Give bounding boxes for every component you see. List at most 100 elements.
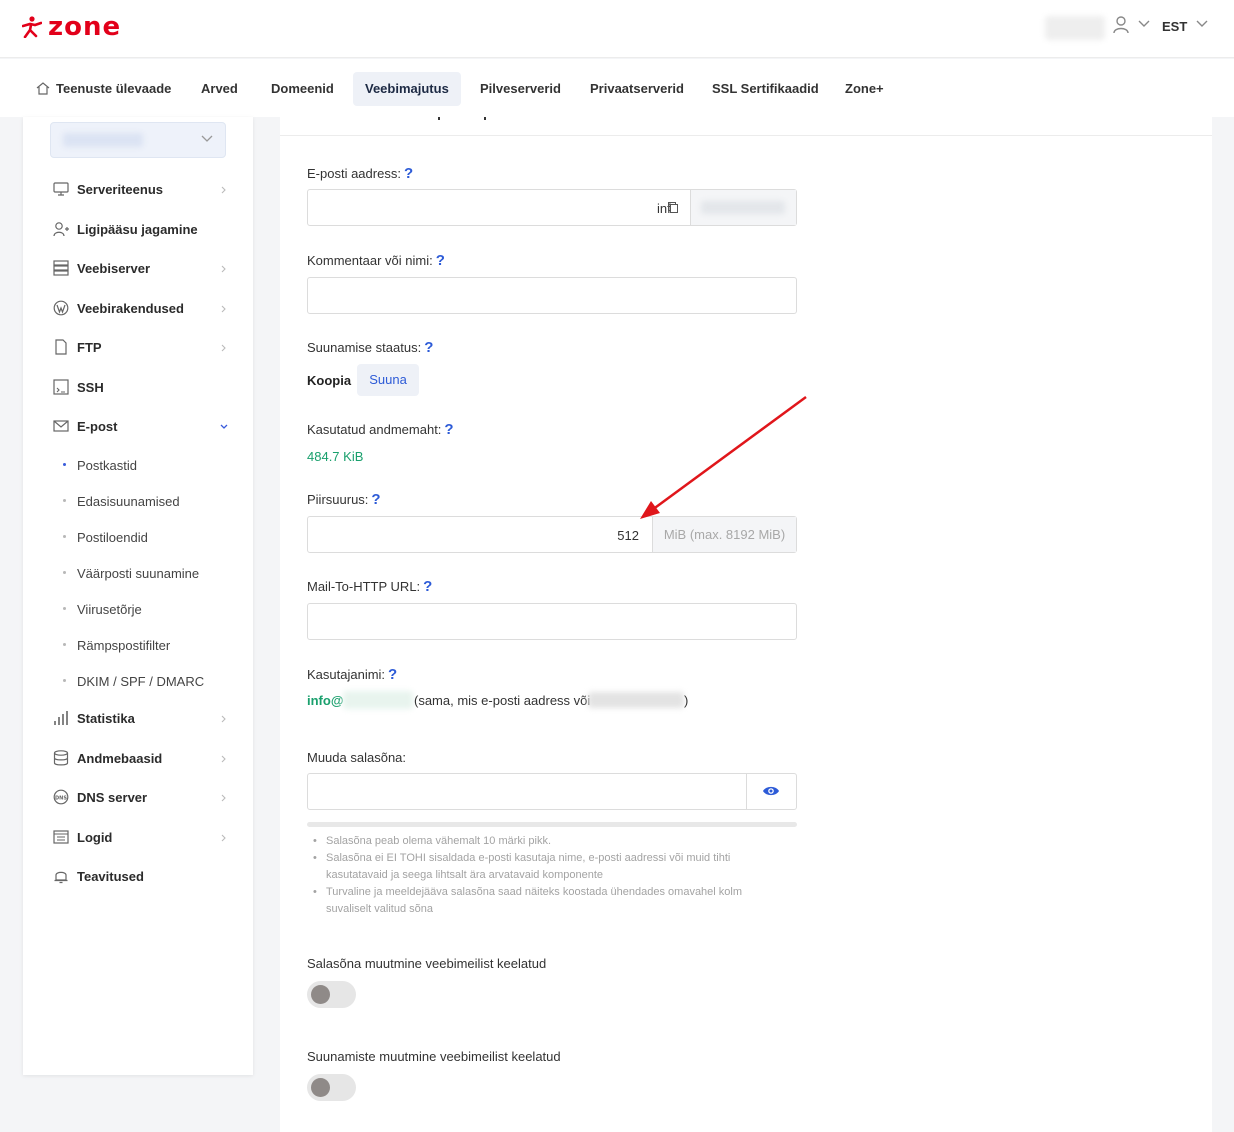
user-name-redacted bbox=[1045, 16, 1105, 40]
sidebar-subitem-label: Rämpspostifilter bbox=[77, 638, 171, 653]
chevron-down-icon bbox=[201, 135, 213, 142]
webmail-forward-toggle[interactable] bbox=[307, 1074, 356, 1101]
sidebar-item-label: Teavitused bbox=[77, 869, 144, 884]
sidebar-item-ligipaasu-jagamine[interactable]: Ligipääsu jagamine bbox=[23, 218, 253, 242]
monitor-icon bbox=[53, 182, 69, 196]
help-icon[interactable]: ? bbox=[436, 252, 445, 269]
comment-field[interactable] bbox=[307, 277, 797, 314]
password-hint: Salasõna ei EI TOHI sisaldada e-posti ka… bbox=[313, 850, 775, 884]
used-space-value: 484.7 KiB bbox=[307, 449, 364, 464]
chevron-right-icon bbox=[221, 794, 226, 802]
language-selector[interactable]: EST bbox=[1162, 19, 1187, 34]
zone-logo[interactable]: zone bbox=[22, 12, 121, 42]
home-icon bbox=[36, 82, 50, 95]
forward-direct-button[interactable]: Suuna bbox=[357, 364, 419, 396]
toggle-knob bbox=[311, 1078, 330, 1097]
password-hints: Salasõna peab olema vähemalt 10 märki pi… bbox=[313, 833, 775, 918]
chevron-right-icon bbox=[221, 186, 226, 194]
nav-zone-plus[interactable]: Zone+ bbox=[833, 72, 896, 106]
user-add-icon bbox=[53, 222, 69, 237]
sidebar-item-andmebaasid[interactable]: Andmebaasid bbox=[23, 747, 253, 771]
sidebar-subitem-label: DKIM / SPF / DMARC bbox=[77, 674, 205, 689]
domain-redacted bbox=[701, 201, 785, 214]
user-icon[interactable] bbox=[1113, 16, 1129, 34]
sidebar-subitem-label: Postiloendid bbox=[77, 530, 148, 545]
sidebar-item-label: Serveriteenus bbox=[77, 182, 163, 197]
mail-http-label-text: Mail-To-HTTP URL: bbox=[307, 579, 421, 594]
sidebar-item-dns-server[interactable]: DNS DNS server bbox=[23, 786, 253, 810]
username-label: Kasutajanimi:? bbox=[307, 666, 397, 683]
sidebar-item-ftp[interactable]: FTP bbox=[23, 336, 253, 360]
password-field[interactable] bbox=[307, 773, 797, 810]
sidebar-subitem-vaarposti-suunamine[interactable]: Väärposti suunamine bbox=[23, 563, 253, 583]
sidebar-item-label: Andmebaasid bbox=[77, 751, 163, 766]
webmail-password-toggle-label: Salasõna muutmine veebimeilist keelatud bbox=[307, 956, 547, 971]
active-bullet bbox=[63, 463, 66, 466]
chevron-down-icon bbox=[220, 424, 228, 429]
sidebar-item-e-post[interactable]: E-post bbox=[23, 415, 253, 439]
email-field[interactable]: info bbox=[307, 189, 797, 226]
chevron-right-icon bbox=[221, 834, 226, 842]
sidebar-subitem-rampspostifilter[interactable]: Rämpspostifilter bbox=[23, 635, 253, 655]
sidebar-subitem-viirusetorje[interactable]: Viirusetõrje bbox=[23, 599, 253, 619]
nav-pilveserverid[interactable]: Pilveserverid bbox=[468, 72, 573, 106]
username-domain-redacted bbox=[343, 691, 413, 709]
sidebar-subitem-label: Viirusetõrje bbox=[77, 602, 142, 617]
service-select[interactable] bbox=[50, 122, 226, 158]
chevron-down-icon[interactable] bbox=[1196, 20, 1208, 28]
nav-privaatserverid[interactable]: Privaatserverid bbox=[578, 72, 696, 106]
nav-veebimajutus[interactable]: Veebimajutus bbox=[353, 72, 461, 106]
username-note: (sama, mis e-posti aadress või bbox=[414, 693, 591, 708]
webmail-password-toggle[interactable] bbox=[307, 981, 356, 1008]
show-password-button[interactable] bbox=[746, 774, 796, 809]
help-icon[interactable]: ? bbox=[388, 666, 397, 683]
runner-icon bbox=[22, 16, 42, 38]
help-icon[interactable]: ? bbox=[424, 339, 433, 356]
chevron-down-icon[interactable] bbox=[1138, 20, 1150, 28]
sidebar-subitem-dkim-spf-dmarc[interactable]: DKIM / SPF / DMARC bbox=[23, 671, 253, 691]
chevron-right-icon bbox=[221, 755, 226, 763]
sidebar: Serveriteenus Ligipääsu jagamine Veebise… bbox=[23, 117, 253, 1075]
top-bar: zone EST bbox=[0, 0, 1234, 58]
username-value: info@ bbox=[307, 693, 344, 708]
sidebar-item-teavitused[interactable]: Teavitused bbox=[23, 865, 253, 889]
used-space-label-text: Kasutatud andmemaht: bbox=[307, 422, 442, 437]
bullet bbox=[63, 535, 66, 538]
sidebar-item-veebiserver[interactable]: Veebiserver bbox=[23, 257, 253, 281]
bullet bbox=[63, 607, 66, 610]
sidebar-item-veebirakendused[interactable]: Veebirakendused bbox=[23, 297, 253, 321]
sidebar-subitem-postkastid[interactable]: Postkastid bbox=[23, 455, 253, 475]
sidebar-item-label: SSH bbox=[77, 380, 104, 395]
sidebar-item-logid[interactable]: Logid bbox=[23, 826, 253, 850]
help-icon[interactable]: ? bbox=[404, 165, 413, 182]
sidebar-item-label: Statistika bbox=[77, 711, 135, 726]
password-strength-bar bbox=[307, 822, 797, 827]
sidebar-subitem-edasisuunamised[interactable]: Edasisuunamised bbox=[23, 491, 253, 511]
help-icon[interactable]: ? bbox=[423, 578, 432, 595]
help-icon[interactable]: ? bbox=[444, 421, 453, 438]
server-icon bbox=[53, 260, 69, 276]
sidebar-item-statistika[interactable]: Statistika bbox=[23, 707, 253, 731]
quota-field[interactable]: 512 MiB (max. 8192 MiB) bbox=[307, 516, 797, 553]
quota-label: Piirsuurus:? bbox=[307, 491, 381, 508]
forward-status-label: Suunamise staatus:? bbox=[307, 339, 433, 356]
sidebar-subitem-postiloendid[interactable]: Postiloendid bbox=[23, 527, 253, 547]
chevron-right-icon bbox=[221, 265, 226, 273]
nav-ssl-sertifikaadid[interactable]: SSL Sertifikaadid bbox=[700, 72, 831, 106]
email-label: E-posti aadress:? bbox=[307, 165, 413, 182]
sidebar-item-label: Logid bbox=[77, 830, 113, 845]
mail-http-url-field[interactable] bbox=[307, 603, 797, 640]
nav-domeenid[interactable]: Domeenid bbox=[259, 72, 346, 106]
help-icon[interactable]: ? bbox=[371, 491, 380, 508]
nav-arved[interactable]: Arved bbox=[189, 72, 250, 106]
copy-icon[interactable] bbox=[668, 202, 678, 213]
sidebar-item-serveriteenus[interactable]: Serveriteenus bbox=[23, 178, 253, 202]
sidebar-item-label: Veebiserver bbox=[77, 261, 151, 276]
mail-icon bbox=[53, 420, 69, 432]
nav-teenuste-ulevaade[interactable]: Teenuste ülevaade bbox=[24, 72, 183, 106]
password-hint: Salasõna peab olema vähemalt 10 märki pi… bbox=[313, 833, 775, 850]
sidebar-subitem-label: Postkastid bbox=[77, 458, 137, 473]
webmail-forward-toggle-label: Suunamiste muutmine veebimeilist keelatu… bbox=[307, 1049, 561, 1064]
forward-copy-option[interactable]: Koopia bbox=[307, 373, 351, 388]
sidebar-item-ssh[interactable]: SSH bbox=[23, 376, 253, 400]
